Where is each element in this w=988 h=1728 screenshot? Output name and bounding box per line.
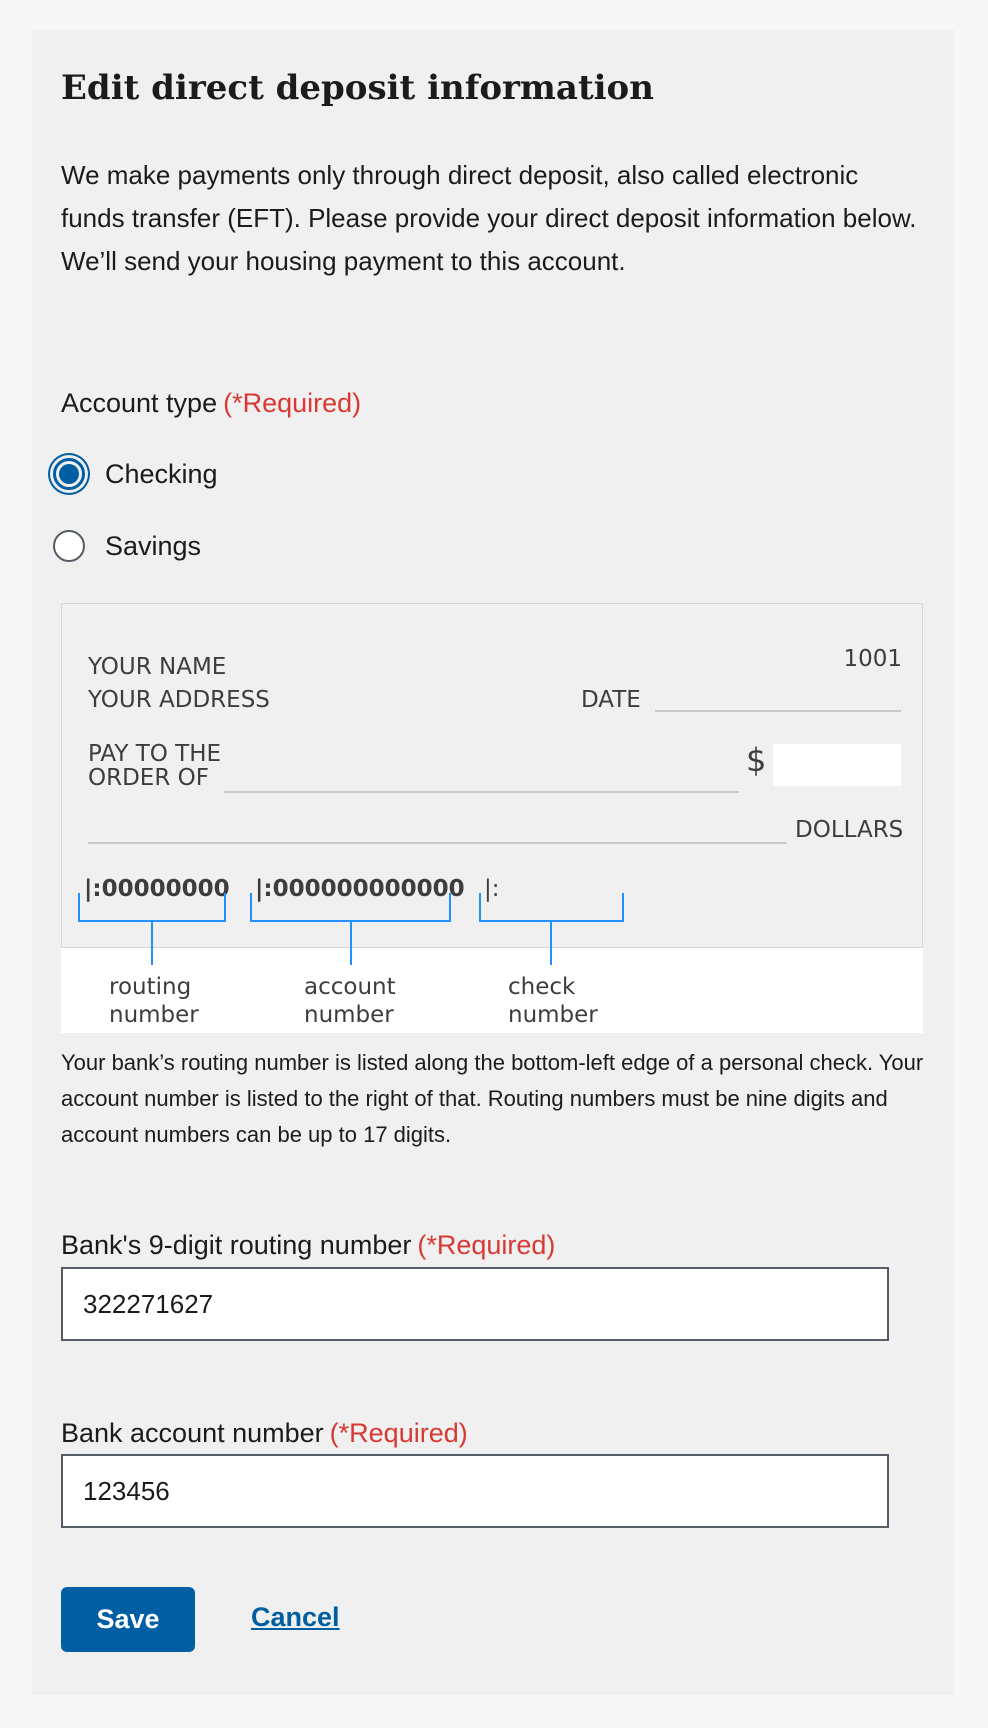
required-marker: (*Required) [417,1230,556,1260]
account-type-label: Account type [61,388,218,418]
check-caption-2: number [508,1002,598,1028]
routing-number-input[interactable] [61,1267,889,1341]
account-number-label: Bank account number (*Required) [61,1418,468,1449]
radio-savings-control[interactable] [53,530,85,562]
account-caption-1: account [304,974,396,1000]
cancel-link[interactable]: Cancel [251,1602,340,1633]
radio-savings[interactable]: Savings [53,530,201,562]
account-bracket [250,893,451,922]
save-button[interactable]: Save [61,1587,195,1652]
routing-number-label: Bank's 9-digit routing number (*Required) [61,1230,555,1261]
check-help-text: Your bank’s routing number is listed alo… [61,1050,924,1147]
radio-savings-label[interactable]: Savings [105,531,201,562]
intro-text: We make payments only through direct dep… [61,160,917,276]
sample-check-illustration: 1001 YOUR NAME YOUR ADDRESS DATE PAY TO … [61,603,923,1033]
check-bracket-lines [78,893,624,965]
required-marker: (*Required) [223,388,362,418]
routing-caption-2: number [109,1002,199,1028]
direct-deposit-form-panel: Edit direct deposit information We make … [32,30,954,1695]
routing-caption-1: routing [109,974,192,1000]
page-title: Edit direct deposit information [61,68,654,108]
radio-checking-control[interactable] [53,458,85,490]
account-caption-2: number [304,1002,394,1028]
routing-label-text: Bank's 9-digit routing number [61,1230,412,1260]
account-type-legend: Account type (*Required) [61,388,361,419]
radio-checking-label[interactable]: Checking [105,459,218,490]
check-bracket [479,893,624,922]
required-marker: (*Required) [329,1418,468,1448]
account-number-input[interactable] [61,1454,889,1528]
routing-bracket [78,893,226,922]
check-caption-1: check [508,974,576,1000]
radio-checking[interactable]: Checking [53,458,218,490]
account-label-text: Bank account number [61,1418,324,1448]
